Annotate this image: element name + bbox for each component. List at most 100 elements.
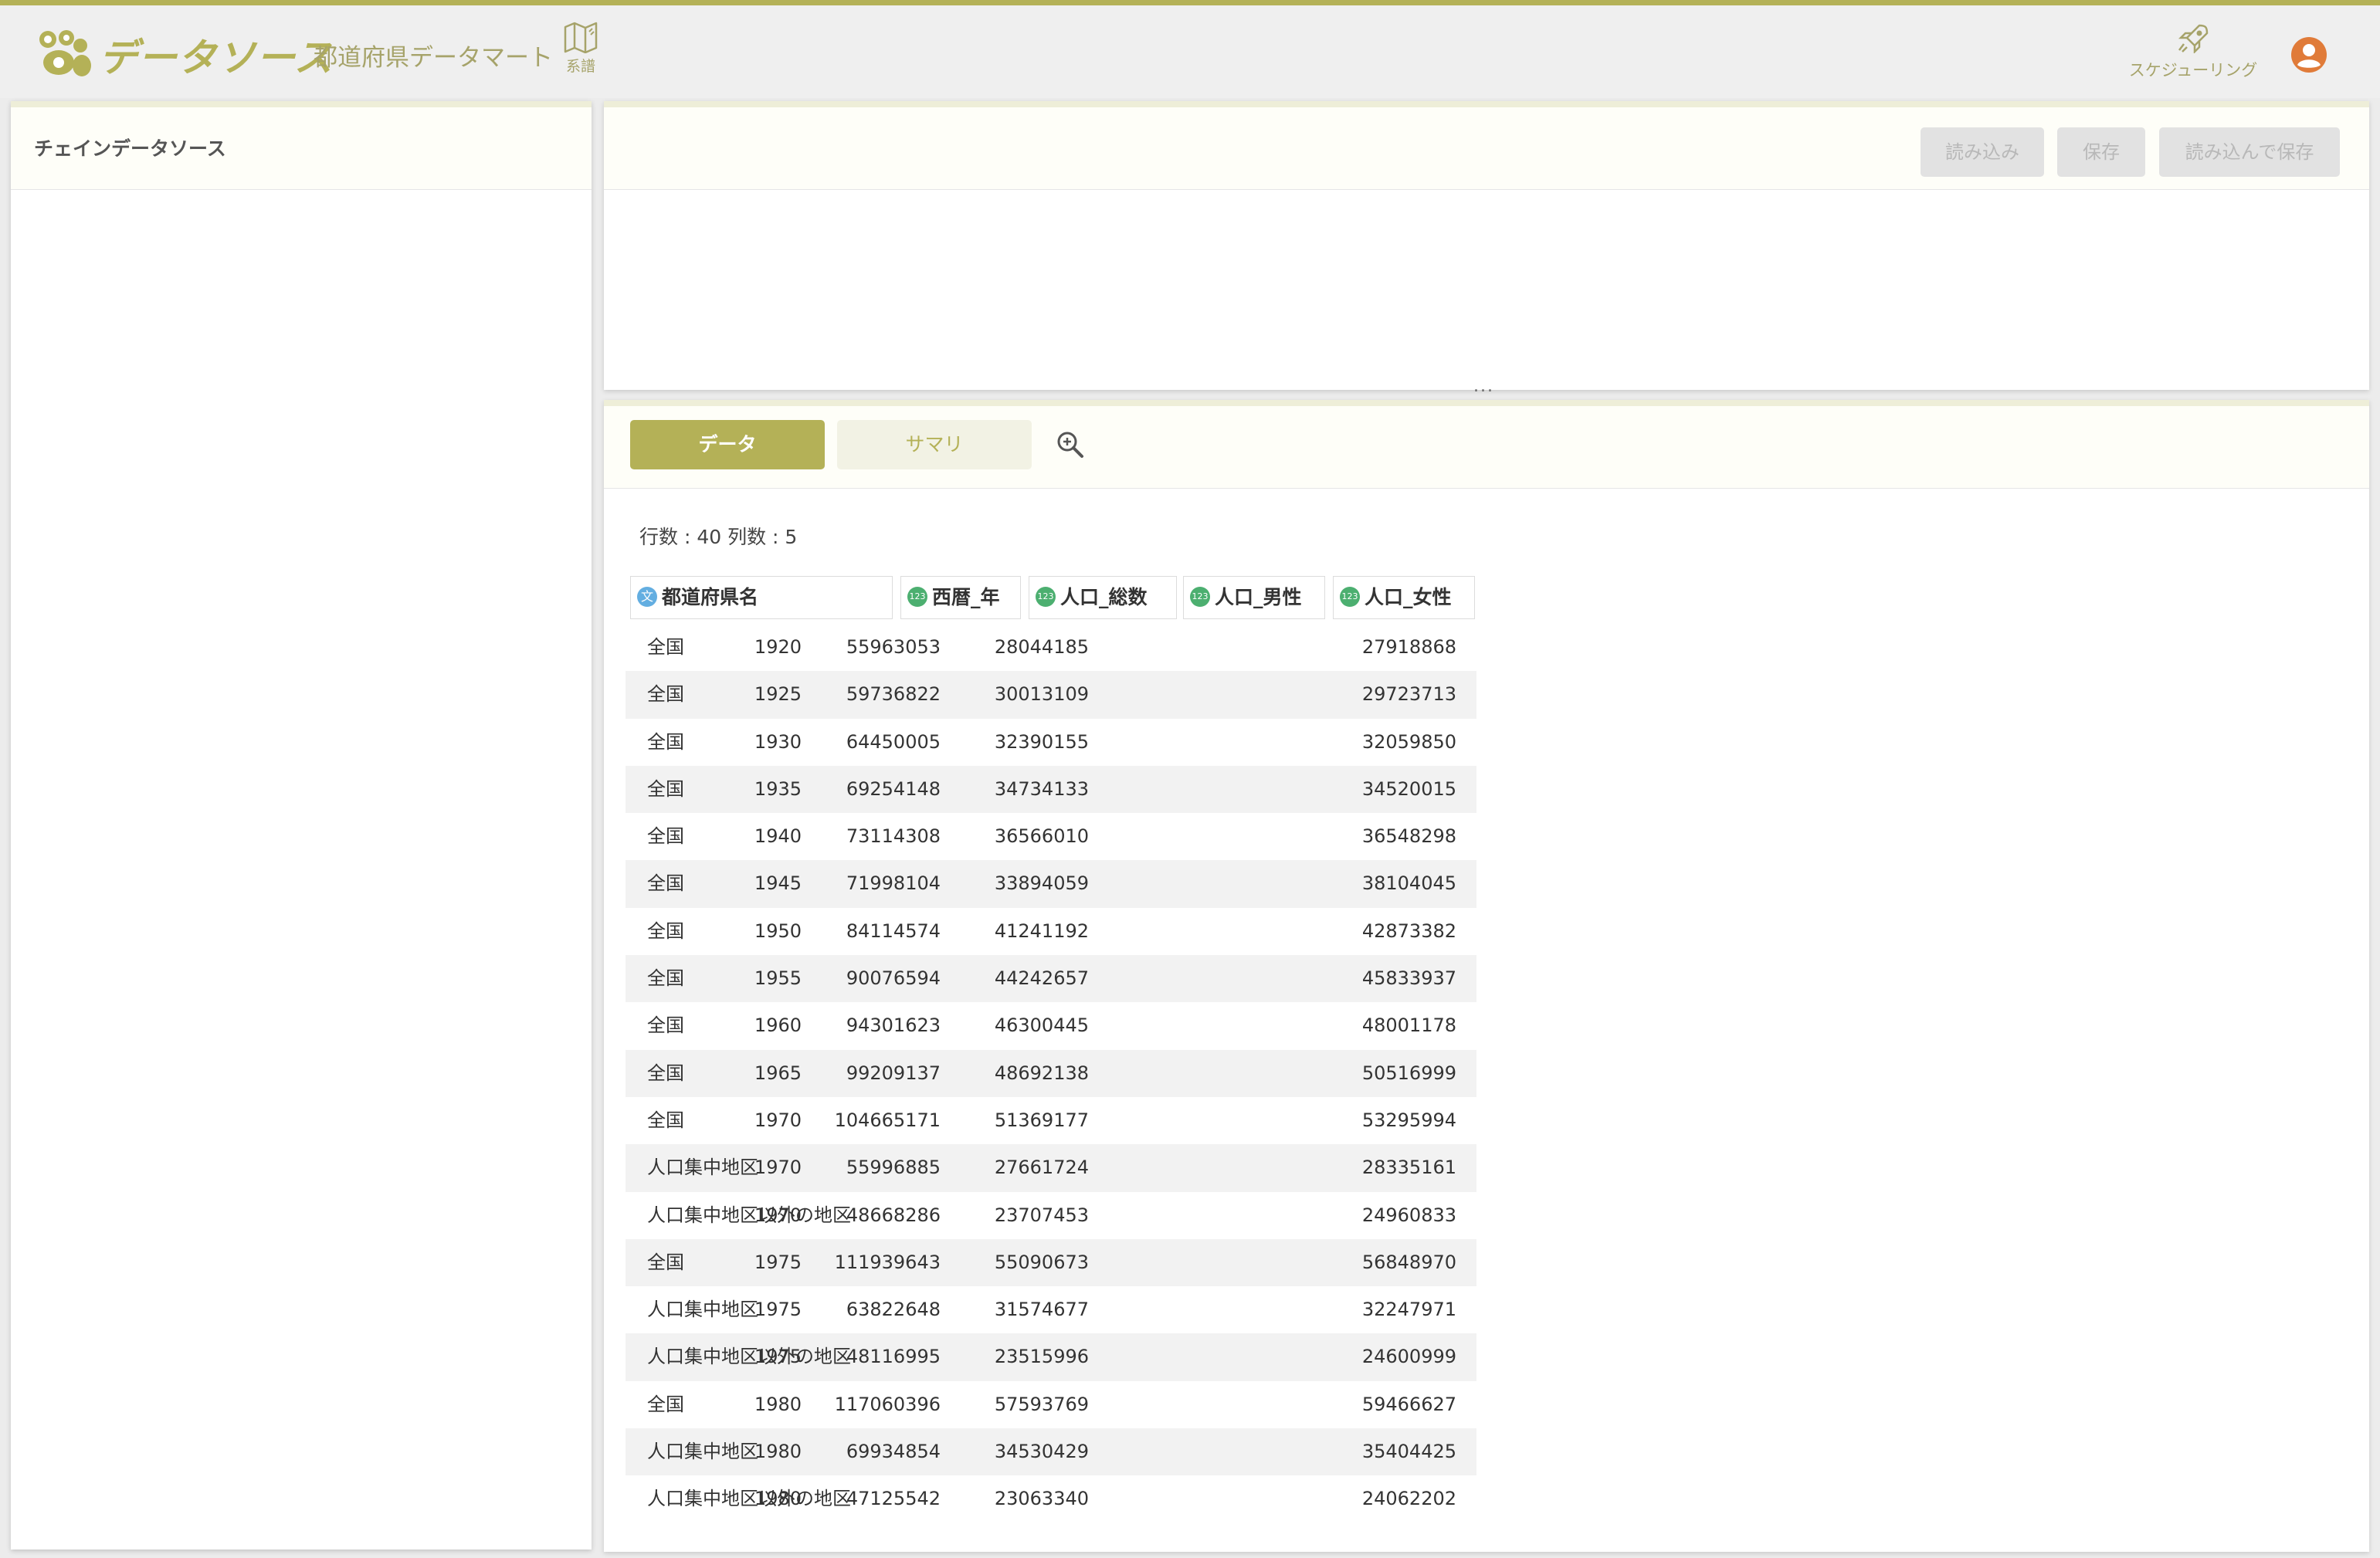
- table-row: 人口集中地区 1975 63822648 31574677 32247971: [626, 1286, 1476, 1333]
- scheduling-button[interactable]: スケジューリング: [2116, 22, 2270, 81]
- logo-icon: [39, 30, 91, 76]
- user-avatar-icon[interactable]: [2290, 36, 2327, 73]
- tab-data[interactable]: データ: [630, 420, 825, 469]
- table-cell: 69934854: [846, 1441, 941, 1463]
- table-cell: 全国: [647, 1251, 684, 1273]
- table-cell: 人口集中地区: [647, 1441, 758, 1463]
- table-row: 人口集中地区以外の地区 1970 48668286 23707453 24960833: [626, 1192, 1476, 1239]
- table-cell: 1940: [754, 825, 802, 848]
- column-header[interactable]: 文都道府県名: [630, 576, 893, 619]
- table-cell: 全国: [647, 730, 684, 753]
- table-row: 人口集中地区 1970 55996885 27661724 28335161: [626, 1144, 1476, 1192]
- panel-splitter-handle[interactable]: ...: [1473, 377, 1494, 396]
- table-cell: 24600999: [1361, 1346, 1456, 1368]
- table-cell: 48692138: [994, 1062, 1089, 1084]
- table-row: 全国 1930 64450005 32390155 32059850: [626, 719, 1476, 766]
- table-cell: 69254148: [846, 777, 941, 800]
- table-cell: 71998104: [846, 872, 941, 895]
- table-cell: 1980: [754, 1441, 802, 1463]
- table-cell: 31574677: [994, 1299, 1089, 1321]
- number-type-badge: 123: [1190, 587, 1210, 607]
- table-row: 人口集中地区 1980 69934854 34530429 35404425: [626, 1428, 1476, 1476]
- table-cell: 27918868: [1361, 636, 1456, 658]
- column-header-label: 人口_男性: [1215, 586, 1302, 608]
- table-cell: 全国: [647, 920, 684, 942]
- table-cell: 35404425: [1361, 1441, 1456, 1463]
- table-cell: 1950: [754, 920, 802, 942]
- table-cell: 38104045: [1361, 872, 1456, 895]
- table-cell: 23063340: [994, 1488, 1089, 1510]
- table-cell: 99209137: [846, 1062, 941, 1084]
- table-cell: 44242657: [994, 967, 1089, 990]
- table-cell: 全国: [647, 967, 684, 990]
- table-row: 全国 1940 73114308 36566010 36548298: [626, 813, 1476, 860]
- column-header[interactable]: 123 人口_総数: [1029, 576, 1177, 619]
- tab-summary[interactable]: サマリ: [837, 420, 1032, 469]
- lineage-label: 系譜: [565, 58, 595, 75]
- table-cell: 全国: [647, 872, 684, 895]
- table-cell: 28335161: [1361, 1157, 1456, 1179]
- panel-accent-bar: [604, 400, 2369, 406]
- table-cell: 全国: [647, 825, 684, 848]
- chain-datasource-title: チェインデータソース: [34, 137, 226, 160]
- table-cell: 111939643: [834, 1251, 941, 1273]
- table-cell: 32059850: [1361, 730, 1456, 753]
- table-cell: 41241192: [994, 920, 1089, 942]
- table-cell: 23515996: [994, 1346, 1089, 1368]
- table-cell: 全国: [647, 777, 684, 800]
- panel-accent-bar: [11, 101, 592, 107]
- app-header: データソース 都道府県データマート 系譜 スケジューリング: [0, 5, 2380, 98]
- table-cell: 23707453: [994, 1204, 1089, 1226]
- table-cell: 36566010: [994, 825, 1089, 848]
- top-accent-line: [0, 0, 2380, 5]
- table-row: 全国 1970 104665171 51369177 53295994: [626, 1097, 1476, 1144]
- save-button[interactable]: 保存: [2057, 127, 2145, 177]
- table-cell: 51369177: [994, 1109, 1089, 1131]
- table-cell: 全国: [647, 1109, 684, 1131]
- table-cell: 1965: [754, 1062, 802, 1084]
- table-cell: 1975: [754, 1251, 802, 1273]
- table-cell: 1960: [754, 1014, 802, 1037]
- table-cell: 27661724: [994, 1157, 1089, 1179]
- table-cell: 1920: [754, 636, 802, 658]
- table-cell: 33894059: [994, 872, 1089, 895]
- column-header[interactable]: 123 人口_女性: [1333, 576, 1475, 619]
- table-cell: 1970: [754, 1109, 802, 1131]
- column-header[interactable]: 123 人口_男性: [1183, 576, 1325, 619]
- column-header[interactable]: 123 西暦_年: [900, 576, 1021, 619]
- chain-datasource-header: チェインデータソース: [11, 107, 592, 190]
- table-cell: 59466627: [1361, 1393, 1456, 1415]
- table-cell: 1975: [754, 1299, 802, 1321]
- table-cell: 32390155: [994, 730, 1089, 753]
- table-cell: 29723713: [1361, 683, 1456, 706]
- column-header-label: 人口_女性: [1365, 586, 1452, 608]
- table-cell: 1975: [754, 1346, 802, 1368]
- lineage-button[interactable]: 系譜: [561, 21, 601, 76]
- table-cell: 46300445: [994, 1014, 1089, 1037]
- table-row: 人口集中地区以外の地区 1980 47125542 23063340 24062202: [626, 1475, 1476, 1522]
- table-cell: 48116995: [846, 1346, 941, 1368]
- table-cell: 57593769: [994, 1393, 1089, 1415]
- table-cell: 34520015: [1361, 777, 1456, 800]
- load-and-save-button[interactable]: 読み込んで保存: [2159, 127, 2340, 177]
- datamart-name: 都道府県データマート: [314, 44, 553, 72]
- text-type-badge: 文: [637, 587, 657, 607]
- table-row: 全国 1925 59736822 30013109 29723713: [626, 671, 1476, 719]
- zoom-in-icon[interactable]: [1055, 429, 1086, 460]
- preview-tabs: データ サマリ: [604, 406, 2369, 489]
- table-cell: 全国: [647, 1014, 684, 1037]
- column-header-label: 西暦_年: [932, 586, 1000, 608]
- table-row: 全国 1965 99209137 48692138 50516999: [626, 1049, 1476, 1097]
- table-cell: 36548298: [1361, 825, 1456, 848]
- table-cell: 50516999: [1361, 1062, 1456, 1084]
- table-cell: 42873382: [1361, 920, 1456, 942]
- table-cell: 人口集中地区: [647, 1299, 758, 1321]
- table-cell: 1980: [754, 1488, 802, 1510]
- table-cell: 1970: [754, 1204, 802, 1226]
- load-button[interactable]: 読み込み: [1921, 127, 2044, 177]
- table-cell: 人口集中地区: [647, 1157, 758, 1179]
- table-cell: 30013109: [994, 683, 1089, 706]
- table-row: 全国 1920 55963053 28044185 27918868: [626, 624, 1476, 671]
- data-table-body: 全国 1920 55963053 28044185 27918868 全国 1925 5973…: [626, 624, 1476, 1523]
- table-cell: 1930: [754, 730, 802, 753]
